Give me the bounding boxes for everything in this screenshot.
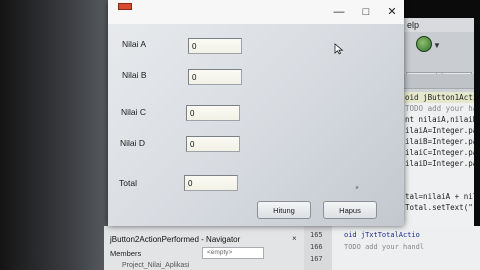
line-number: 166	[310, 243, 323, 251]
close-icon[interactable]: ×	[292, 234, 297, 243]
java-app-icon	[118, 3, 132, 10]
dialog-title-bar[interactable]: — □ ✕	[108, 0, 404, 24]
chevron-down-icon[interactable]: ▼	[433, 41, 441, 50]
ide-toolbar: ▼ perpalakuan	[402, 32, 474, 85]
total-label: Total	[119, 178, 137, 188]
navigator-item[interactable]: Project_Nilai_Aplikasi	[122, 262, 189, 269]
ide-menu-bar: elp	[402, 18, 474, 33]
code-line: ilaiB=Integer.parseI	[405, 137, 474, 146]
globe-icon[interactable]	[416, 36, 432, 52]
hitung-button[interactable]: Hitung	[257, 201, 311, 219]
nilai-c-input[interactable]	[186, 105, 240, 121]
members-label: Members	[110, 249, 142, 258]
code-line: ilaiC=Integer.parseI	[405, 148, 474, 157]
navigator-panel: jButton2ActionPerformed - Navigator × Me…	[104, 226, 304, 270]
minimize-button[interactable]: —	[332, 5, 346, 19]
maximize-button[interactable]: □	[359, 5, 373, 19]
code-line: nt nilaiA,nilaiB,ni	[405, 115, 474, 124]
members-filter-select[interactable]: <empty>	[202, 247, 264, 259]
close-button[interactable]: ✕	[385, 5, 399, 19]
nilai-c-label: Nilai C	[121, 107, 147, 117]
nilai-d-label: Nilai D	[120, 138, 146, 148]
line-number: 167	[310, 255, 323, 263]
nilai-a-input[interactable]	[188, 38, 242, 54]
mouse-pointer-icon	[334, 43, 344, 55]
menu-help[interactable]: elp	[407, 20, 419, 30]
code-line: TODO add your handl	[344, 243, 425, 251]
code-line: TODO add your hand	[405, 104, 474, 113]
code-editor-lower[interactable]: oid jTxtTotalActio TODO add your handl	[332, 226, 480, 270]
code-line: oid jTxtTotalActio	[344, 231, 420, 239]
nilai-d-input[interactable]	[186, 136, 240, 152]
line-number: 165	[310, 231, 323, 239]
nilai-dialog-window: — □ ✕ Nilai A Nilai B Nilai C Nilai D To…	[108, 0, 404, 226]
code-line: ilaiA=Integer.parseI	[405, 126, 474, 135]
nilai-a-label: Nilai A	[122, 39, 147, 49]
ide-left-edge	[0, 0, 112, 270]
total-input[interactable]	[184, 175, 238, 191]
code-line: ilaiD=Integer.parseI	[405, 159, 474, 168]
code-line: tal=nilaiA + nilaiB	[405, 192, 474, 201]
navigator-title: jButton2ActionPerformed - Navigator	[110, 235, 241, 244]
code-line: Total.setText("" +	[405, 203, 474, 212]
nilai-b-input[interactable]	[188, 69, 242, 85]
code-line: oid jButton1Acti	[405, 93, 474, 102]
nilai-b-label: Nilai B	[122, 70, 147, 80]
line-number-gutter: 165 166 167	[304, 226, 332, 270]
screen-speck	[355, 185, 359, 190]
hapus-button[interactable]: Hapus	[323, 201, 377, 219]
members-filter-value: <empty>	[207, 249, 233, 256]
editor-toolbar	[402, 74, 474, 89]
